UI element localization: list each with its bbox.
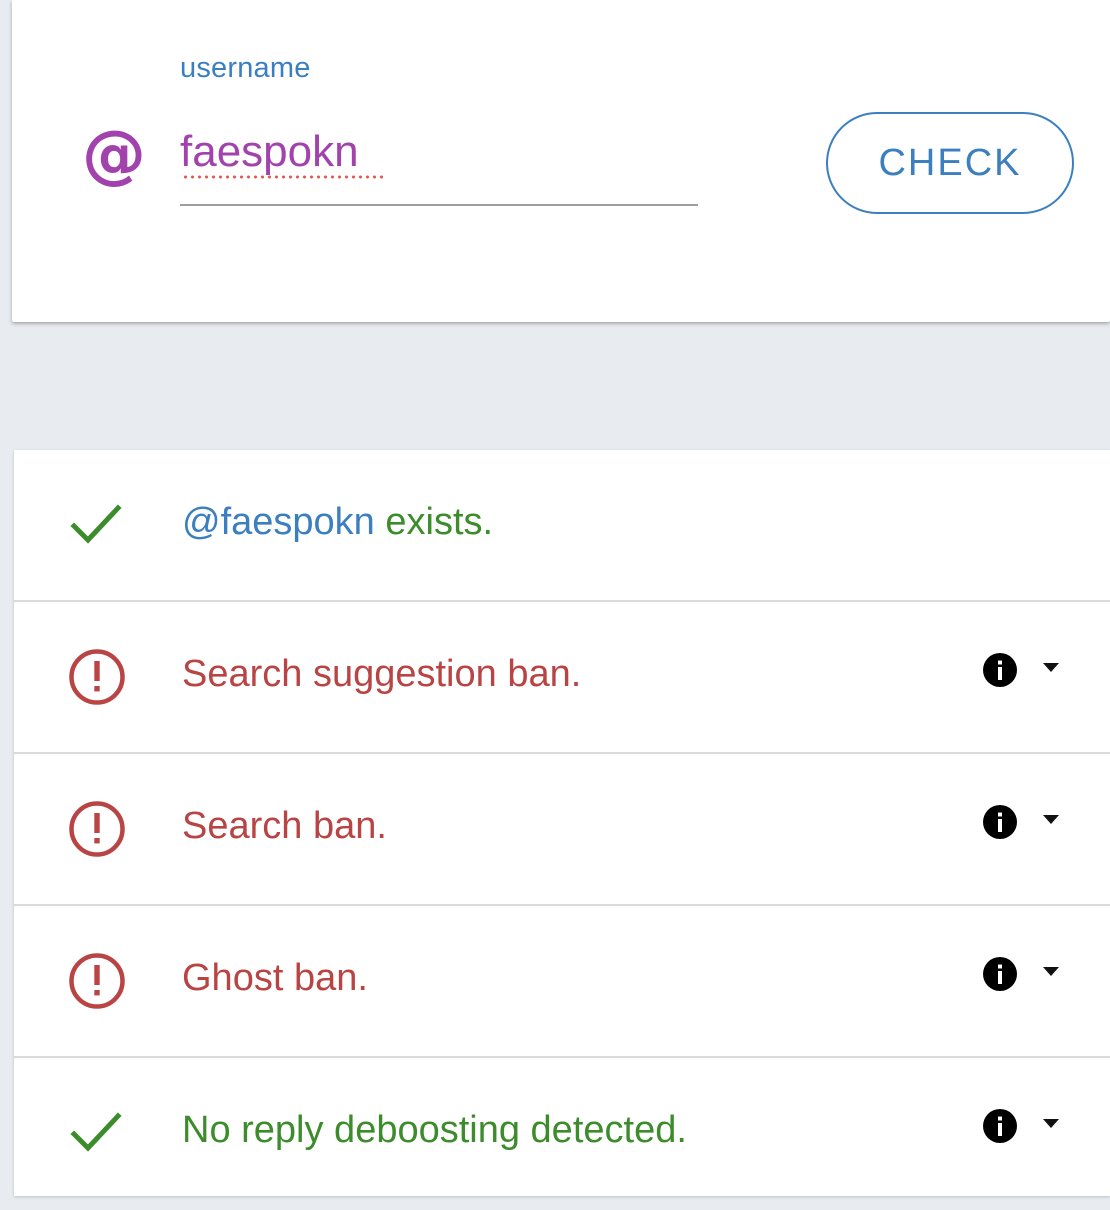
result-row-exists: @faespokn exists. xyxy=(14,450,1110,602)
username-input[interactable] xyxy=(180,120,698,206)
result-text-reply-deboosting: No reply deboosting detected. xyxy=(182,1109,687,1151)
checkmark-icon xyxy=(70,1112,122,1152)
check-button[interactable]: CHECK xyxy=(826,112,1074,214)
result-row-search-suggestion-ban: Search suggestion ban. xyxy=(14,602,1110,754)
alert-circle-icon xyxy=(69,649,125,705)
results-list: @faespokn exists. Search suggestion ban.… xyxy=(14,450,1110,1196)
username-search-card: username @ CHECK xyxy=(12,0,1110,322)
chevron-down-icon[interactable] xyxy=(1042,662,1060,674)
result-text-search-suggestion-ban: Search suggestion ban. xyxy=(182,653,582,695)
chevron-down-icon[interactable] xyxy=(1042,966,1060,978)
result-row-reply-deboosting: No reply deboosting detected. xyxy=(14,1058,1110,1210)
alert-circle-icon xyxy=(69,801,125,857)
chevron-down-icon[interactable] xyxy=(1042,1118,1060,1130)
result-text-search-ban: Search ban. xyxy=(182,805,387,847)
result-text-exists: @faespokn exists. xyxy=(182,500,493,544)
result-exists-suffix: exists. xyxy=(374,501,494,543)
info-icon[interactable] xyxy=(982,956,1018,992)
info-icon[interactable] xyxy=(982,652,1018,688)
result-handle: @faespokn xyxy=(182,501,375,543)
spellcheck-underline xyxy=(182,175,384,179)
result-row-ghost-ban: Ghost ban. xyxy=(14,906,1110,1058)
username-field-label: username xyxy=(180,52,311,84)
info-icon[interactable] xyxy=(982,804,1018,840)
result-row-search-ban: Search ban. xyxy=(14,754,1110,906)
alert-circle-icon xyxy=(69,953,125,1009)
chevron-down-icon[interactable] xyxy=(1042,814,1060,826)
info-icon[interactable] xyxy=(982,1108,1018,1144)
at-sign-icon: @ xyxy=(82,118,146,192)
result-text-ghost-ban: Ghost ban. xyxy=(182,957,368,999)
checkmark-icon xyxy=(70,504,122,544)
